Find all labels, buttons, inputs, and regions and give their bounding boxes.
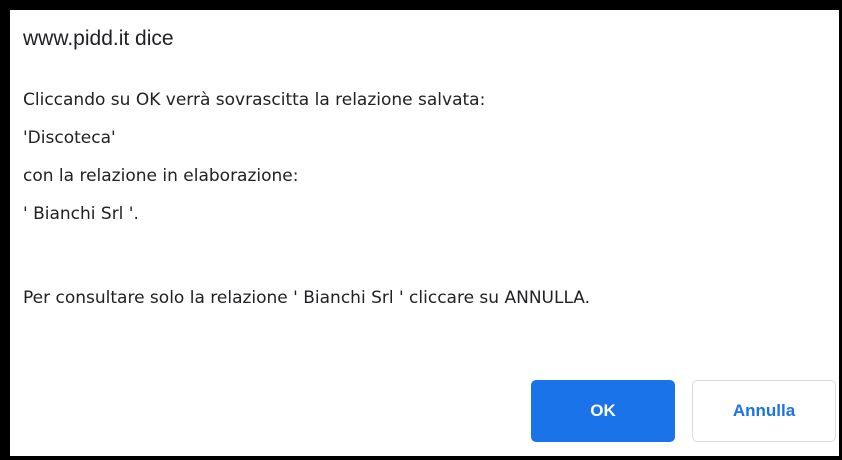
dialog-title: www.pidd.it dice xyxy=(23,27,174,50)
cancel-button[interactable]: Annulla xyxy=(692,380,836,442)
message-line: 'Discoteca' xyxy=(23,128,116,148)
ok-button[interactable]: OK xyxy=(531,380,675,442)
alert-dialog: www.pidd.it dice Cliccando su OK verrà s… xyxy=(0,0,842,460)
message-line: con la relazione in elaborazione: xyxy=(23,166,299,186)
message-line: Per consultare solo la relazione ' Bianc… xyxy=(23,288,591,308)
message-line: Cliccando su OK verrà sovrascitta la rel… xyxy=(23,90,486,110)
message-line: ' Bianchi Srl '. xyxy=(23,204,139,224)
